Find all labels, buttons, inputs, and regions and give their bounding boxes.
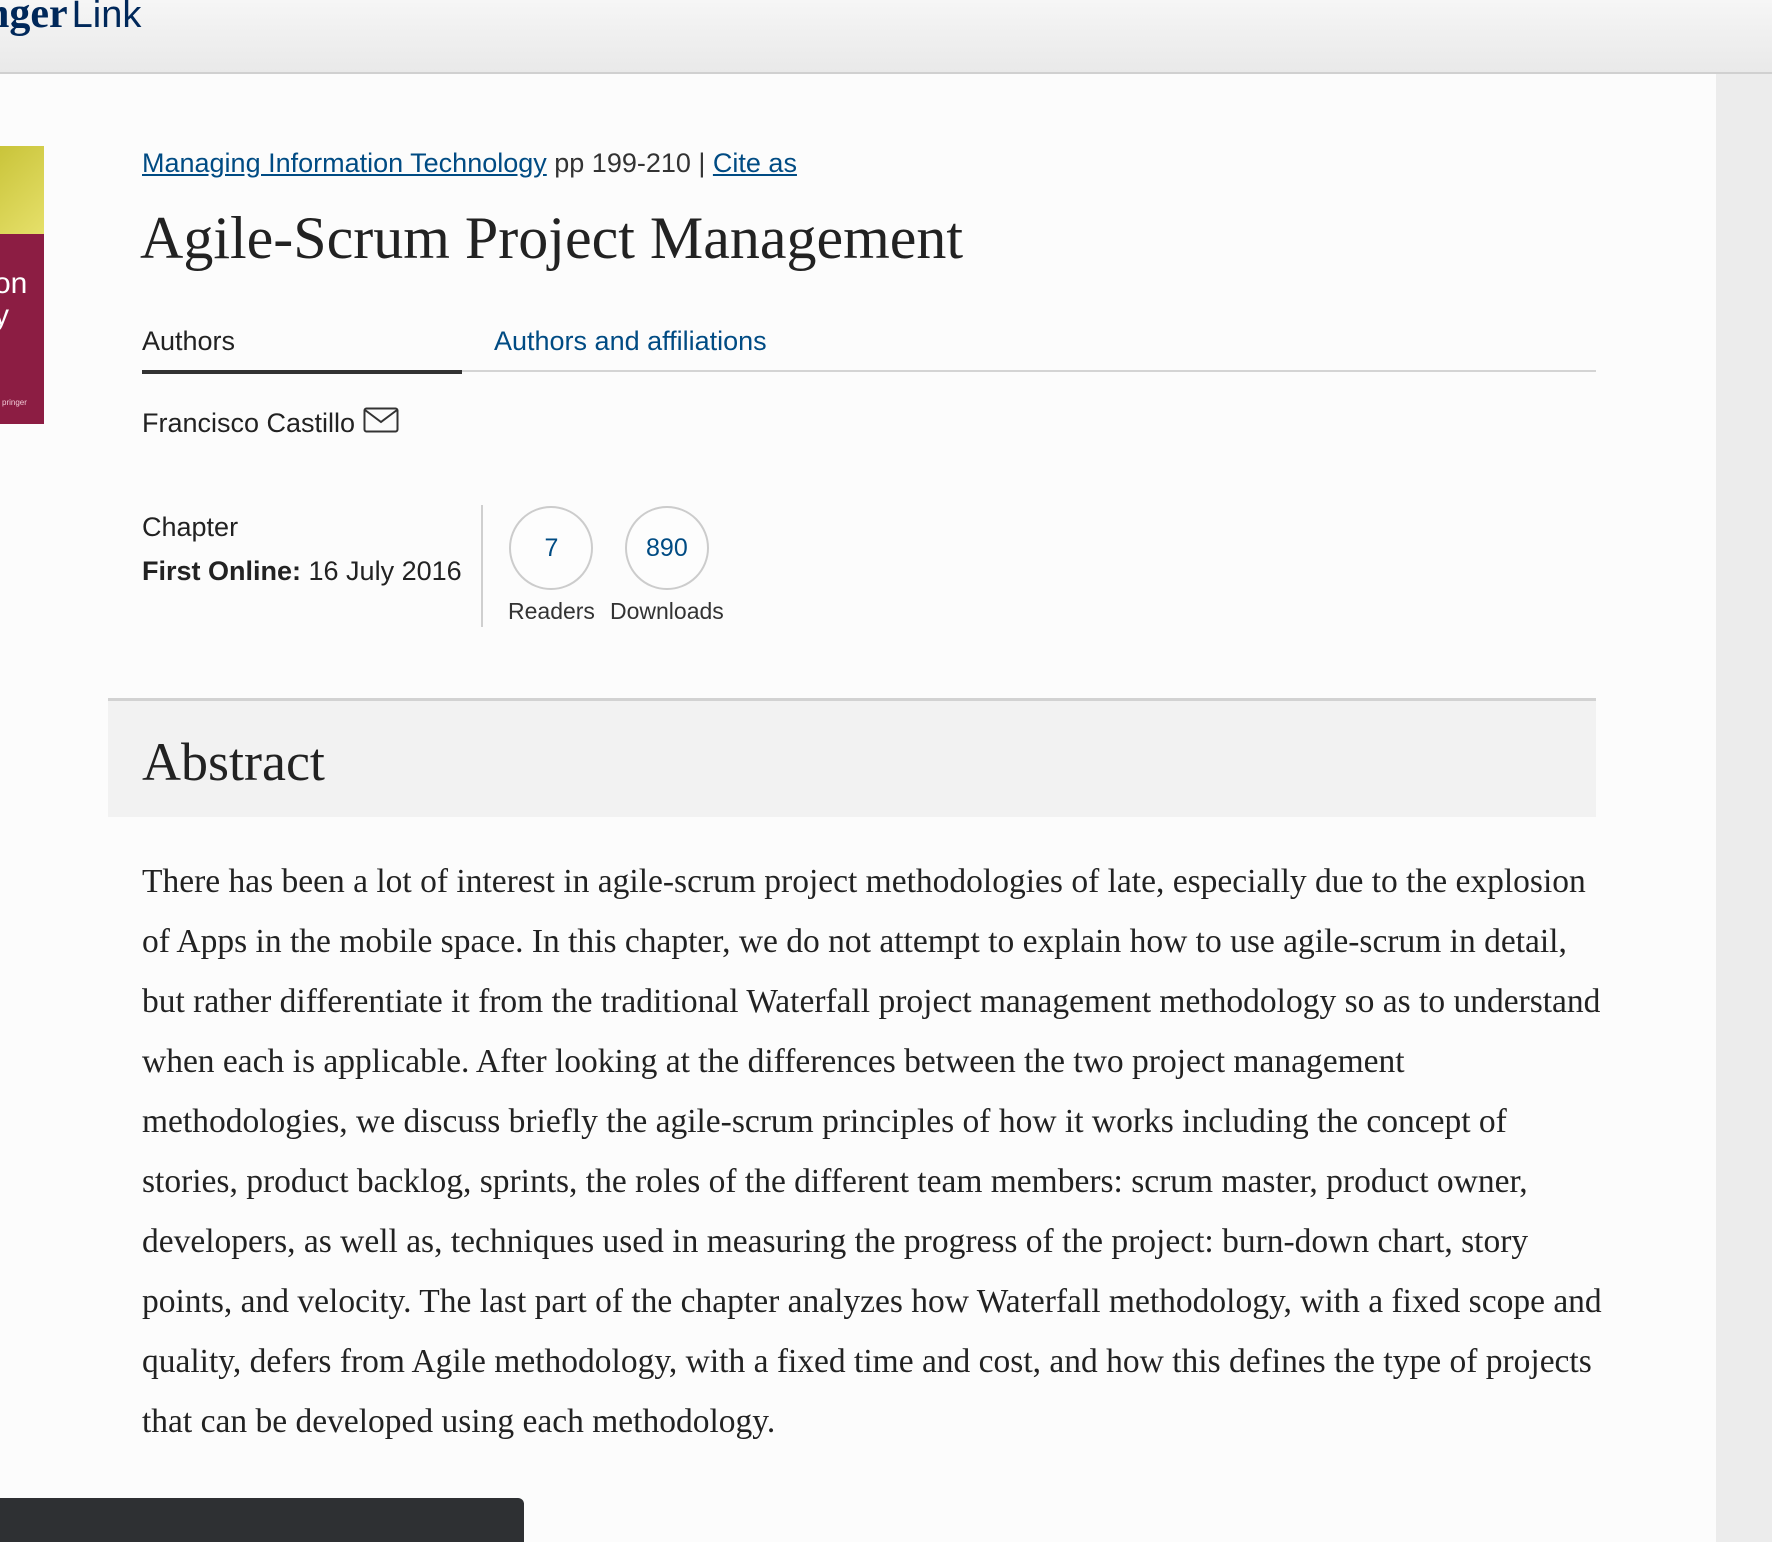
right-gutter bbox=[1716, 74, 1772, 1542]
readers-label: Readers bbox=[508, 598, 595, 624]
readers-count: 7 bbox=[509, 506, 594, 590]
content-type: Chapter bbox=[142, 512, 239, 542]
logo-link-text: Link bbox=[71, 0, 142, 36]
cover-publisher-fragment: pringer bbox=[2, 398, 27, 407]
site-header: ngerLink bbox=[0, 0, 1772, 74]
page-range: pp 199-210 | bbox=[546, 148, 713, 178]
cover-title-fragment: on y bbox=[0, 267, 28, 332]
cover-bottom-band: on y pringer bbox=[0, 234, 44, 424]
downloads-metric[interactable]: 890 Downloads bbox=[610, 506, 724, 625]
chapter-meta: Chapter First Online: 16 July 2016 bbox=[142, 505, 462, 593]
cite-as-link[interactable]: Cite as bbox=[713, 148, 797, 178]
book-title-link[interactable]: Managing Information Technology bbox=[142, 148, 547, 178]
cover-top-band bbox=[0, 146, 44, 234]
bottom-overlay-bar[interactable] bbox=[0, 1498, 524, 1542]
abstract-heading: Abstract bbox=[142, 732, 325, 792]
book-cover-image[interactable]: on y pringer bbox=[0, 146, 44, 424]
springer-link-logo[interactable]: ngerLink bbox=[0, 0, 141, 38]
author-tabs: Authors Authors and affiliations bbox=[142, 320, 1596, 374]
author-entry: Francisco Castillo bbox=[142, 407, 399, 439]
first-online: First Online: 16 July 2016 bbox=[142, 549, 462, 593]
author-name: Francisco Castillo bbox=[142, 408, 356, 438]
abstract-text: There has been a lot of interest in agil… bbox=[142, 863, 1602, 1440]
breadcrumb: Managing Information Technology pp 199-2… bbox=[142, 148, 797, 179]
tab-authors-and-affiliations[interactable]: Authors and affiliations bbox=[494, 326, 767, 357]
meta-divider bbox=[481, 505, 483, 627]
first-online-date: 16 July 2016 bbox=[301, 556, 462, 586]
logo-wordmark: nger bbox=[0, 0, 68, 37]
envelope-icon[interactable] bbox=[363, 407, 399, 433]
downloads-count: 890 bbox=[624, 506, 709, 590]
downloads-label: Downloads bbox=[610, 598, 724, 624]
readers-metric[interactable]: 7 Readers bbox=[508, 506, 595, 625]
abstract-section-header: Abstract bbox=[108, 698, 1596, 817]
page-title: Agile-Scrum Project Management bbox=[140, 205, 964, 271]
first-online-label: First Online: bbox=[142, 556, 302, 586]
tab-authors[interactable]: Authors bbox=[142, 326, 462, 374]
